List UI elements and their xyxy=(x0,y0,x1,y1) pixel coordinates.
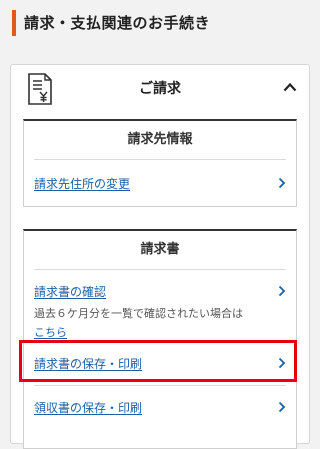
save-print-receipt-item[interactable]: 領収書の保存・印刷 xyxy=(34,386,286,430)
view-invoice-item[interactable]: 請求書の確認 過去６ケ月分を一覧で確認されたい場合は こちら xyxy=(34,270,286,342)
invoice-section-title: 請求書 xyxy=(34,231,286,270)
billing-accordion-card: ご請求 請求先情報 請求先住所の変更 請求書 請求書の確認 過去６ケ月分を一覧で… xyxy=(10,64,310,449)
save-print-invoice-link[interactable]: 請求書の保存・印刷 xyxy=(34,355,286,372)
chevron-right-icon xyxy=(278,285,286,297)
billing-address-section-title: 請求先情報 xyxy=(34,121,286,160)
save-print-receipt-link[interactable]: 領収書の保存・印刷 xyxy=(34,399,286,416)
view-invoice-note: 過去６ケ月分を一覧で確認されたい場合は xyxy=(34,307,243,320)
chevron-right-icon xyxy=(278,357,286,369)
change-billing-address-link[interactable]: 請求先住所の変更 xyxy=(34,175,286,192)
past-six-months-link[interactable]: こちら xyxy=(34,324,67,340)
chevron-up-icon[interactable] xyxy=(283,82,297,92)
change-billing-address-item[interactable]: 請求先住所の変更 xyxy=(34,160,286,206)
page-title: 請求・支払関連のお手続き xyxy=(12,10,210,36)
billing-accordion-title: ご請求 xyxy=(139,81,181,97)
save-print-invoice-item[interactable]: 請求書の保存・印刷 xyxy=(34,342,286,386)
chevron-right-icon xyxy=(278,177,286,189)
billing-address-section: 請求先情報 請求先住所の変更 xyxy=(23,119,297,207)
billing-accordion-header[interactable]: ご請求 xyxy=(11,65,309,113)
view-invoice-link[interactable]: 請求書の確認 xyxy=(34,283,286,300)
invoice-section: 請求書 請求書の確認 過去６ケ月分を一覧で確認されたい場合は こちら 請求書の保… xyxy=(23,229,297,449)
chevron-right-icon xyxy=(278,401,286,413)
